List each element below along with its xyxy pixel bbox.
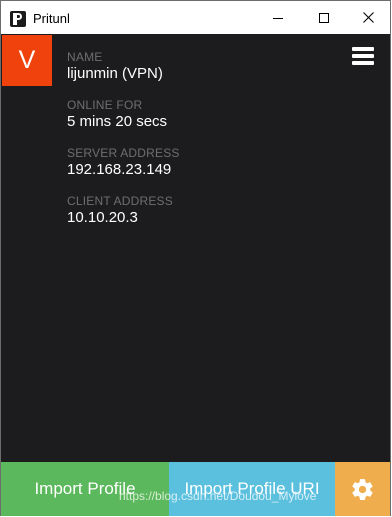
online-for-field: ONLINE FOR 5 mins 20 secs [67, 97, 180, 131]
minimize-icon [273, 18, 283, 19]
profile-name-field: NAME lijunmin (VPN) [67, 49, 180, 83]
close-button[interactable] [345, 1, 391, 34]
field-label: NAME [67, 50, 103, 64]
profile-info: NAME lijunmin (VPN) ONLINE FOR 5 mins 20… [67, 49, 180, 241]
field-label: CLIENT ADDRESS [67, 194, 173, 208]
settings-button[interactable] [335, 462, 390, 516]
profile-name-value: lijunmin (VPN) [67, 65, 163, 82]
profile-badge[interactable]: V [2, 35, 52, 86]
maximize-button[interactable] [301, 1, 347, 34]
server-address-field: SERVER ADDRESS 192.168.23.149 [67, 145, 180, 179]
watermark-text: https://blog.csdn.net/Doudou_Mylove [119, 489, 317, 503]
client-address-field: CLIENT ADDRESS 10.10.20.3 [67, 193, 180, 227]
pritunl-logo-icon [10, 11, 26, 27]
field-label: SERVER ADDRESS [67, 146, 180, 160]
client-address-value: 10.10.20.3 [67, 209, 138, 226]
hamburger-menu-icon[interactable] [352, 47, 374, 65]
close-icon [363, 12, 374, 23]
online-for-value: 5 mins 20 secs [67, 113, 168, 130]
minimize-button[interactable] [255, 1, 301, 34]
title-bar[interactable]: Pritunl [1, 1, 390, 34]
gear-icon [352, 479, 373, 500]
maximize-icon [319, 13, 329, 23]
window-title: Pritunl [33, 11, 70, 26]
main-content: V NAME lijunmin (VPN) ONLINE FOR 5 mins … [1, 34, 390, 516]
server-address-value: 192.168.23.149 [67, 161, 172, 178]
app-window: Pritunl V NAME lijunmin (VPN) ONLINE FOR [0, 0, 391, 516]
field-label: ONLINE FOR [67, 98, 143, 112]
